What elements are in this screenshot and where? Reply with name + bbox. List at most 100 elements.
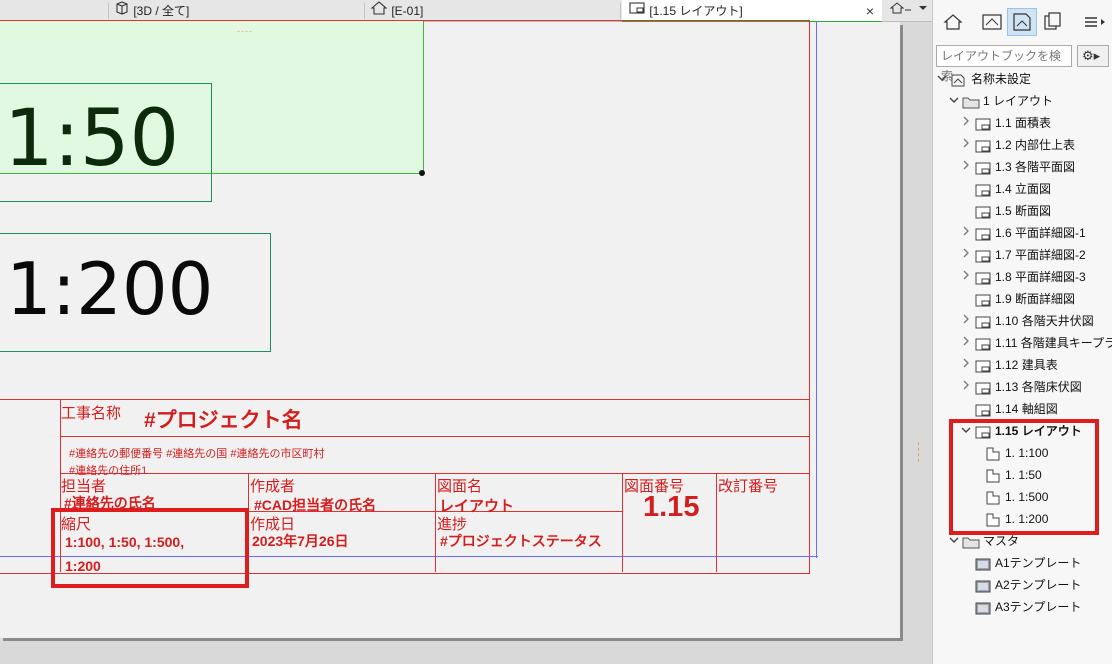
tree-item[interactable]: 1.4 立面図 — [933, 178, 1112, 200]
tree-item-label: 1.3 各階平面図 — [995, 160, 1076, 174]
chevron-right-icon[interactable] — [961, 134, 971, 156]
publisher-sets-button[interactable] — [1037, 8, 1067, 36]
chevron-right-icon[interactable] — [961, 266, 971, 288]
progress-value[interactable]: #プロジェクトステータス — [440, 531, 602, 551]
tree-item[interactable]: A1テンプレート — [933, 552, 1112, 574]
search-options-gear-icon[interactable]: ⚙▸ — [1077, 45, 1109, 67]
panel-menu-button[interactable] — [1079, 8, 1111, 36]
tree-item-label: 1.13 各階床伏図 — [995, 380, 1082, 394]
views-dropdown-icon — [888, 0, 928, 23]
master-layout-icon — [974, 600, 992, 622]
tree-item[interactable]: 1.8 平面詳細図-3 — [933, 266, 1112, 288]
chevron-right-icon[interactable] — [961, 244, 971, 266]
drawing-scale-label: 1:50 — [4, 94, 180, 184]
tree-item[interactable]: 1.9 断面詳細図 — [933, 288, 1112, 310]
house-icon — [943, 14, 963, 30]
tree-item-label: 名称未設定 — [971, 72, 1032, 86]
tree-item-label: 1.9 断面詳細図 — [995, 292, 1076, 306]
publisher-icon — [1044, 12, 1061, 30]
tree-item[interactable]: 1.5 断面図 — [933, 200, 1112, 222]
tree-item-label: 1.8 平面詳細図-3 — [995, 270, 1086, 284]
chevron-right-icon[interactable] — [961, 376, 971, 398]
tree-item[interactable]: A2テンプレート — [933, 574, 1112, 596]
tree-item[interactable]: 1.2 内部仕上表 — [933, 134, 1112, 156]
drawing-scale-label: 1:200 — [6, 247, 214, 331]
tree-item[interactable]: 1 レイアウト — [933, 90, 1112, 112]
scale-highlight-box — [51, 508, 249, 588]
tree-item-label: 1.11 各階建具キープラ — [995, 336, 1112, 350]
tree-item[interactable]: A3テンプレート — [933, 596, 1112, 618]
tree-item[interactable]: 1.12 建具表 — [933, 354, 1112, 376]
tab-overflow-menu[interactable] — [888, 0, 932, 22]
tab-separator — [364, 3, 365, 19]
tab-separator — [620, 3, 621, 19]
tab-label: [E-01] — [391, 4, 424, 18]
tree-item-label: 1.10 各階天井伏図 — [995, 314, 1094, 328]
tree-item-label: 1.5 断面図 — [995, 204, 1052, 218]
tree-item[interactable]: 名称未設定 — [933, 68, 1112, 90]
revision-label: 改訂番号 — [718, 478, 779, 495]
tree-item-label: 1.7 平面詳細図-2 — [995, 248, 1086, 262]
date-value[interactable]: 2023年7月26日 — [252, 531, 349, 551]
title-block-line — [435, 473, 436, 572]
chevron-right-icon[interactable] — [961, 310, 971, 332]
tree-item[interactable]: 1.10 各階天井伏図 — [933, 310, 1112, 332]
title-block-line — [0, 399, 810, 400]
layout-sheet[interactable]: ---- 1:50 1:200 工事名称 #プロジェクト名 #連絡先の郵便番号 … — [0, 20, 900, 638]
archicad-window: [3D / 全て] [E-01] [1.15 レイアウト] × ---- 1:5… — [0, 0, 1112, 664]
project-label: 工事名称 — [61, 405, 122, 422]
chevron-right-icon[interactable] — [961, 332, 971, 354]
tree-item-label: 1.2 内部仕上表 — [995, 138, 1076, 152]
title-block-line — [622, 473, 623, 572]
close-icon[interactable]: × — [866, 0, 874, 22]
tree-item[interactable]: 1.7 平面詳細図-2 — [933, 244, 1112, 266]
title-block-line — [716, 473, 717, 572]
tree-item-label: 1.4 立面図 — [995, 182, 1052, 196]
tab-3d-all[interactable]: [3D / 全て] — [114, 0, 189, 22]
tree-item[interactable]: 1.14 軸組図 — [933, 398, 1112, 420]
layout-book-icon — [1013, 13, 1031, 31]
chevron-down-icon[interactable] — [949, 90, 959, 112]
tree-item-label: A2テンプレート — [995, 578, 1082, 592]
view-map-button[interactable] — [977, 8, 1007, 36]
tree-item[interactable]: 1.6 平面詳細図-1 — [933, 222, 1112, 244]
tree-highlight-box — [949, 419, 1099, 535]
tree-item[interactable]: 1.1 面積表 — [933, 112, 1112, 134]
menu-icon — [1085, 17, 1105, 27]
layout-book-search-input[interactable]: レイアウトブックを検索 — [936, 45, 1072, 83]
chevron-right-icon[interactable] — [961, 156, 971, 178]
chevron-right-icon[interactable] — [961, 112, 971, 134]
tab-label: [1.15 レイアウト] — [649, 4, 743, 18]
tree-item-label: 1.12 建具表 — [995, 358, 1058, 372]
title-block-line — [60, 436, 810, 437]
drawing-name-label: 図面名 — [437, 478, 483, 495]
chevron-right-icon[interactable] — [961, 354, 971, 376]
view-map-icon — [982, 14, 1002, 30]
navigator-panel: レイアウトブックを検索 ⚙▸ 名称未設定 1 レイアウト 1.1 面積表 1.2 内部… — [932, 0, 1112, 664]
project-map-button[interactable] — [938, 8, 968, 36]
tree-item-label: 1.1 面積表 — [995, 116, 1052, 130]
tab-separator — [108, 3, 109, 19]
tree-item-label: 1.14 軸組図 — [995, 402, 1058, 416]
ruler-mark — [918, 442, 919, 462]
tree-item[interactable]: 1.3 各階平面図 — [933, 156, 1112, 178]
tree-item[interactable]: 1.11 各階建具キープラ — [933, 332, 1112, 354]
chevron-right-icon[interactable] — [961, 222, 971, 244]
author-value[interactable]: #CAD担当者の氏名 — [254, 495, 376, 515]
tab-label: [3D / 全て] — [133, 4, 190, 18]
print-margin-line — [816, 22, 817, 558]
project-value[interactable]: #プロジェクト名 — [144, 404, 303, 434]
tree-item-label: 1.6 平面詳細図-1 — [995, 226, 1086, 240]
drawing-number-value[interactable]: 1.15 — [643, 491, 699, 524]
tree-item-label: 1 レイアウト — [983, 94, 1054, 108]
tree-item-label: A1テンプレート — [995, 556, 1082, 570]
view-tab-bar: [3D / 全て] [E-01] [1.15 レイアウト] × — [0, 0, 932, 23]
tab-e01[interactable]: [E-01] — [370, 0, 423, 22]
chevron-down-icon[interactable] — [937, 68, 947, 90]
layout-canvas[interactable]: ---- 1:50 1:200 工事名称 #プロジェクト名 #連絡先の郵便番号 … — [0, 20, 932, 664]
author-label: 作成者 — [250, 478, 296, 495]
layout-book-button[interactable] — [1007, 8, 1037, 36]
tree-item-label: A3テンプレート — [995, 600, 1082, 614]
address-line-1[interactable]: #連絡先の郵便番号 #連絡先の国 #連絡先の市区町村 — [69, 445, 324, 461]
tree-item[interactable]: 1.13 各階床伏図 — [933, 376, 1112, 398]
